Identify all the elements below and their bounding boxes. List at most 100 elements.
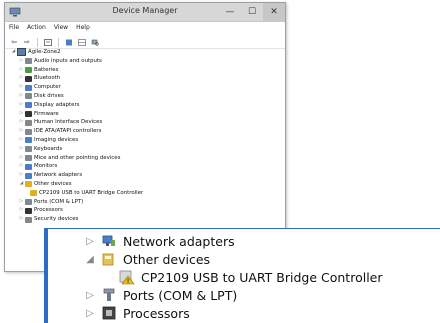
expand-arrow-icon[interactable]: ▷ (19, 118, 24, 127)
title-bar[interactable]: Device Manager — ☐ ✕ (5, 3, 285, 22)
tree-item-label: Processors (34, 207, 63, 214)
tree-item-label: Security devices (34, 216, 79, 223)
tree-item-processors[interactable]: ▷ Processors (5, 206, 285, 215)
toolbar-separator (58, 37, 59, 47)
tree-item-label: Imaging devices (34, 136, 79, 143)
firmware-icon (25, 110, 32, 117)
zoom-item-network-adapters[interactable]: ▷ Network adapters (83, 231, 234, 251)
tree-item-label: CP2109 USB to UART Bridge Controller (39, 189, 144, 196)
mouse-icon (25, 154, 32, 161)
device-warning-icon (30, 190, 37, 197)
expand-arrow-icon[interactable]: ▷ (83, 236, 97, 247)
menu-help[interactable]: Help (76, 24, 90, 36)
ide-controller-icon (25, 128, 32, 135)
tree-item-audio[interactable]: ▷ Audio inputs and outputs (5, 57, 285, 66)
expand-arrow-icon[interactable]: ▷ (19, 66, 24, 75)
monitor-icon (25, 163, 32, 170)
help-button[interactable] (64, 38, 74, 47)
tree-item-imaging[interactable]: ▷ Imaging devices (5, 136, 285, 145)
tree-item-label: Processors (123, 305, 190, 321)
tree-item-label: Other devices (34, 180, 72, 187)
expand-arrow-icon[interactable]: ▷ (19, 57, 24, 66)
expand-arrow-icon[interactable]: ▷ (19, 206, 24, 215)
expand-arrow-icon[interactable]: ▷ (19, 198, 24, 207)
tree-root[interactable]: ◢ Agile-Zone2 (5, 48, 285, 57)
camera-icon (25, 137, 32, 144)
tree-item-label: CP2109 USB to UART Bridge Controller (141, 269, 383, 285)
tree-item-computer[interactable]: ▷ Computer (5, 83, 285, 92)
expand-arrow-icon[interactable]: ▷ (19, 101, 24, 110)
expand-arrow-icon[interactable]: ▷ (19, 110, 24, 119)
view-toggle-button[interactable] (77, 38, 87, 47)
expand-arrow-icon[interactable]: ▷ (19, 215, 24, 224)
tree-item-display-adapters[interactable]: ▷ Display adapters (5, 101, 285, 110)
minimize-button[interactable]: — (219, 3, 241, 21)
tree-item-monitors[interactable]: ▷ Monitors (5, 162, 285, 171)
network-adapter-icon (25, 172, 32, 179)
zoom-item-cp2109[interactable]: CP2109 USB to UART Bridge Controller (115, 267, 383, 287)
tree-item-bluetooth[interactable]: ▷ Bluetooth (5, 74, 285, 83)
battery-icon (25, 66, 32, 73)
tree-item-label: Network adapters (34, 172, 83, 179)
forward-button[interactable]: ⇨ (22, 38, 32, 47)
speaker-icon (25, 58, 32, 65)
tree-item-ports[interactable]: ▷ Ports (COM & LPT) (5, 198, 285, 207)
expand-arrow-icon[interactable]: ▷ (19, 74, 24, 83)
expand-arrow-icon[interactable]: ▷ (83, 290, 97, 301)
tree-item-disk-drives[interactable]: ▷ Disk drives (5, 92, 285, 101)
close-button[interactable]: ✕ (263, 3, 285, 21)
expand-arrow-icon[interactable]: ▷ (19, 127, 24, 136)
expand-arrow-icon[interactable]: ▷ (19, 154, 24, 163)
collapse-arrow-icon[interactable]: ◢ (19, 180, 24, 189)
other-devices-icon (25, 181, 32, 188)
computer-icon (17, 48, 26, 57)
properties-button[interactable] (43, 38, 53, 47)
collapse-arrow-icon[interactable]: ◢ (83, 254, 97, 265)
tree-item-mice[interactable]: ▷ Mice and other pointing devices (5, 154, 285, 163)
menu-bar: File Action View Help (5, 22, 285, 36)
expand-arrow-icon[interactable]: ▷ (19, 83, 24, 92)
expand-arrow-icon[interactable]: ▷ (19, 145, 24, 154)
tree-item-other-devices[interactable]: ◢ Other devices (5, 180, 285, 189)
scan-hardware-button[interactable] (90, 38, 100, 47)
zoom-item-other-devices[interactable]: ◢ Other devices (83, 249, 210, 269)
keyboard-icon (25, 146, 32, 153)
disk-drive-icon (25, 93, 32, 100)
expand-arrow-icon[interactable]: ▷ (19, 171, 24, 180)
expand-arrow-icon[interactable]: ▷ (19, 136, 24, 145)
other-devices-icon (102, 253, 114, 265)
tree-item-label: Display adapters (34, 101, 80, 108)
zoom-item-ports[interactable]: ▷ Ports (COM & LPT) (83, 285, 237, 305)
tree-item-label: IDE ATA/ATAPI controllers (34, 128, 102, 135)
processor-icon (25, 207, 32, 214)
menu-view[interactable]: View (54, 24, 68, 36)
tree-item-cp2109[interactable]: CP2109 USB to UART Bridge Controller (5, 189, 285, 198)
back-button[interactable]: ⇦ (9, 38, 19, 47)
display-adapter-icon (25, 102, 32, 109)
tree-item-security[interactable]: ▷ Security devices (5, 215, 285, 224)
collapse-arrow-icon[interactable]: ◢ (11, 48, 16, 57)
menu-action[interactable]: Action (27, 24, 46, 36)
menu-file[interactable]: File (9, 24, 19, 36)
tree-item-firmware[interactable]: ▷ Firmware (5, 110, 285, 119)
expand-arrow-icon[interactable]: ▷ (83, 308, 97, 319)
toolbar-separator (37, 37, 38, 47)
tree-item-label: Monitors (34, 163, 58, 170)
bluetooth-icon (25, 75, 32, 82)
zoom-inset: ▷ Network adapters ◢ Other devices CP210… (44, 228, 440, 323)
tree-item-label: Disk drives (34, 92, 64, 99)
zoom-item-processors[interactable]: ▷ Processors (83, 303, 190, 323)
tree-item-ide-ata[interactable]: ▷ IDE ATA/ATAPI controllers (5, 127, 285, 136)
tree-item-label: Firmware (34, 110, 59, 117)
tree-item-label: Audio inputs and outputs (34, 57, 102, 64)
tree-item-hid[interactable]: ▷ Human Interface Devices (5, 118, 285, 127)
tree-item-label: Ports (COM & LPT) (123, 287, 238, 303)
tree-item-network-adapters[interactable]: ▷ Network adapters (5, 171, 285, 180)
tree-item-batteries[interactable]: ▷ Batteries (5, 66, 285, 75)
expand-arrow-icon[interactable]: ▷ (19, 92, 24, 101)
tree-item-label: Mice and other pointing devices (34, 154, 121, 161)
maximize-button[interactable]: ☐ (241, 3, 263, 21)
processor-icon (102, 306, 116, 319)
expand-arrow-icon[interactable]: ▷ (19, 162, 24, 171)
tree-item-keyboards[interactable]: ▷ Keyboards (5, 145, 285, 154)
